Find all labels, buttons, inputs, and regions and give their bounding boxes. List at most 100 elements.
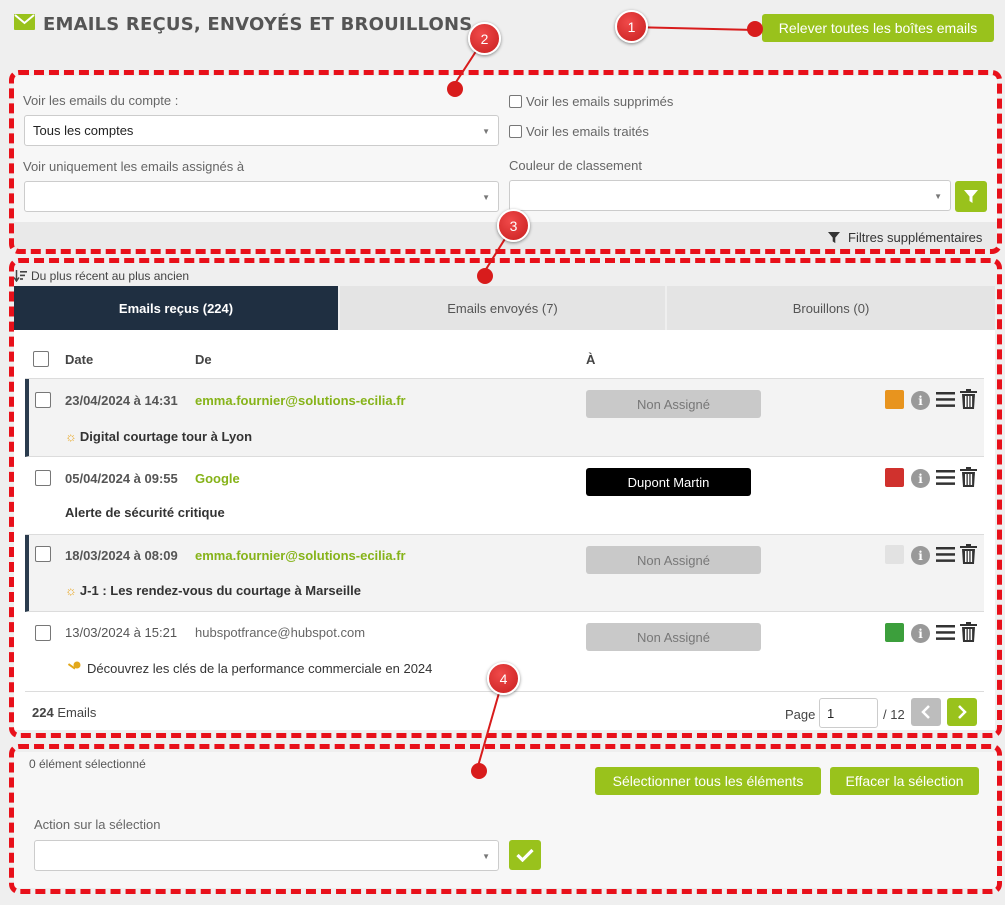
info-icon[interactable]: i [911, 469, 930, 488]
menu-icon[interactable] [936, 624, 955, 646]
account-label: Voir les emails du compte : [23, 93, 179, 108]
table-row[interactable]: 23/04/2024 à 14:31 emma.fournier@solutio… [25, 379, 984, 457]
email-count-number: 224 [32, 705, 54, 720]
menu-icon[interactable] [936, 391, 955, 413]
page-label: Page [785, 707, 816, 722]
apply-action-button[interactable] [509, 840, 541, 870]
callout-badge-1: 1 [615, 10, 648, 43]
clear-selection-button[interactable]: Effacer la sélection [830, 767, 979, 795]
assign-label: Non Assigné [637, 396, 710, 412]
select-all-button[interactable]: Sélectionner tous les éléments [595, 767, 821, 795]
checkmark-icon [516, 848, 534, 862]
assign-label: Non Assigné [637, 552, 710, 568]
callout-pointer-dot [477, 268, 493, 284]
more-filters-label: Filtres supplémentaires [848, 230, 983, 245]
row-checkbox[interactable] [35, 625, 51, 641]
info-icon[interactable]: i [911, 624, 930, 643]
trash-icon[interactable] [960, 622, 977, 647]
prev-page-button[interactable] [911, 698, 941, 726]
sun-icon: ☼ [65, 429, 77, 444]
info-icon[interactable]: i [911, 391, 930, 410]
email-date: 05/04/2024 à 09:55 [65, 471, 178, 486]
info-icon[interactable]: i [911, 546, 930, 565]
callout-badge-2: 2 [468, 22, 501, 55]
tab-sent[interactable]: Emails envoyés (7) [340, 286, 665, 330]
tab-received[interactable]: Emails reçus (224) [14, 286, 338, 330]
sort-desc-icon [14, 270, 27, 282]
color-swatch[interactable] [885, 623, 904, 642]
email-count: 224 Emails [32, 705, 96, 720]
apply-filter-button[interactable] [955, 181, 987, 212]
callout-badge-4: 4 [487, 662, 520, 695]
refresh-all-mailboxes-button[interactable]: Relever toutes les boîtes emails [762, 14, 994, 42]
table-row[interactable]: 05/04/2024 à 09:55 Google Alerte de sécu… [25, 457, 984, 535]
assign-button[interactable]: Dupont Martin [586, 468, 751, 496]
email-subject[interactable]: Alerte de sécurité critique [65, 505, 225, 520]
menu-icon[interactable] [936, 546, 955, 568]
callout-pointer-dot [447, 81, 463, 97]
chevron-left-icon [921, 705, 930, 719]
row-checkbox[interactable] [35, 470, 51, 486]
callout-connector [630, 26, 755, 32]
row-checkbox[interactable] [35, 546, 51, 562]
show-deleted-option[interactable]: Voir les emails supprimés [509, 94, 673, 109]
envelope-icon [14, 14, 35, 35]
row-checkbox[interactable] [35, 392, 51, 408]
funnel-icon [964, 189, 978, 203]
show-processed-checkbox[interactable] [509, 125, 522, 138]
email-date: 18/03/2024 à 08:09 [65, 548, 178, 563]
color-swatch[interactable] [885, 468, 904, 487]
tab-drafts[interactable]: Brouillons (0) [667, 286, 995, 330]
color-swatch[interactable] [885, 545, 904, 564]
chevron-down-icon: ▼ [934, 192, 942, 201]
email-subject[interactable]: ☼ Digital courtage tour à Lyon [65, 429, 252, 444]
email-sender[interactable]: emma.fournier@solutions-ecilia.fr [195, 393, 406, 408]
assigned-select[interactable]: ▼ [24, 181, 499, 212]
chevron-down-icon: ▼ [482, 852, 490, 861]
page-number-input[interactable]: 1 [819, 698, 878, 728]
color-select[interactable]: ▼ [509, 180, 951, 211]
email-subject-text: Digital courtage tour à Lyon [79, 429, 253, 444]
assign-button[interactable]: Non Assigné [586, 623, 761, 651]
show-processed-label: Voir les emails traités [526, 124, 649, 139]
table-row[interactable]: 18/03/2024 à 08:09 emma.fournier@solutio… [25, 535, 984, 612]
key-icon [67, 661, 81, 676]
page-title-text: EMAILS REÇUS, ENVOYÉS ET BROUILLONS [43, 14, 473, 35]
assign-button[interactable]: Non Assigné [586, 546, 761, 574]
selection-action-select[interactable]: ▼ [34, 840, 499, 871]
color-label: Couleur de classement [509, 158, 642, 173]
page-title: EMAILS REÇUS, ENVOYÉS ET BROUILLONS [14, 14, 472, 35]
show-deleted-checkbox[interactable] [509, 95, 522, 108]
column-header-from: De [195, 352, 212, 367]
next-page-button[interactable] [947, 698, 977, 726]
tab-received-label: Emails reçus (224) [118, 300, 234, 316]
trash-icon[interactable] [960, 389, 977, 414]
selection-count: 0 élément sélectionné [29, 757, 146, 771]
more-filters-link[interactable]: Filtres supplémentaires [828, 230, 982, 245]
email-sender[interactable]: emma.fournier@solutions-ecilia.fr [195, 548, 406, 563]
chevron-right-icon [958, 705, 967, 719]
select-all-checkbox[interactable] [33, 351, 49, 367]
show-processed-option[interactable]: Voir les emails traités [509, 124, 649, 139]
callout-pointer-dot [471, 763, 487, 779]
email-subject-text: Découvrez les clés de la performance com… [87, 661, 433, 676]
sort-order-toggle[interactable]: Du plus récent au plus ancien [14, 269, 189, 283]
assign-button[interactable]: Non Assigné [586, 390, 761, 418]
account-select[interactable]: Tous les comptes ▼ [24, 115, 499, 146]
email-subject[interactable]: ☼ J-1 : Les rendez-vous du courtage à Ma… [65, 583, 361, 598]
sun-icon: ☼ [65, 583, 77, 598]
trash-icon[interactable] [960, 544, 977, 569]
callout-pointer-dot [747, 21, 763, 37]
menu-icon[interactable] [936, 469, 955, 491]
email-subject[interactable]: Découvrez les clés de la performance com… [67, 661, 432, 676]
chevron-down-icon: ▼ [482, 127, 490, 136]
color-swatch[interactable] [885, 390, 904, 409]
trash-icon[interactable] [960, 467, 977, 492]
email-date: 23/04/2024 à 14:31 [65, 393, 178, 408]
chevron-down-icon: ▼ [482, 193, 490, 202]
show-deleted-label: Voir les emails supprimés [526, 94, 674, 109]
email-sender[interactable]: hubspotfrance@hubspot.com [195, 625, 365, 640]
email-subject-text: J-1 : Les rendez-vous du courtage à Mars… [79, 583, 361, 598]
column-header-date: Date [65, 352, 94, 367]
email-sender[interactable]: Google [195, 471, 240, 486]
